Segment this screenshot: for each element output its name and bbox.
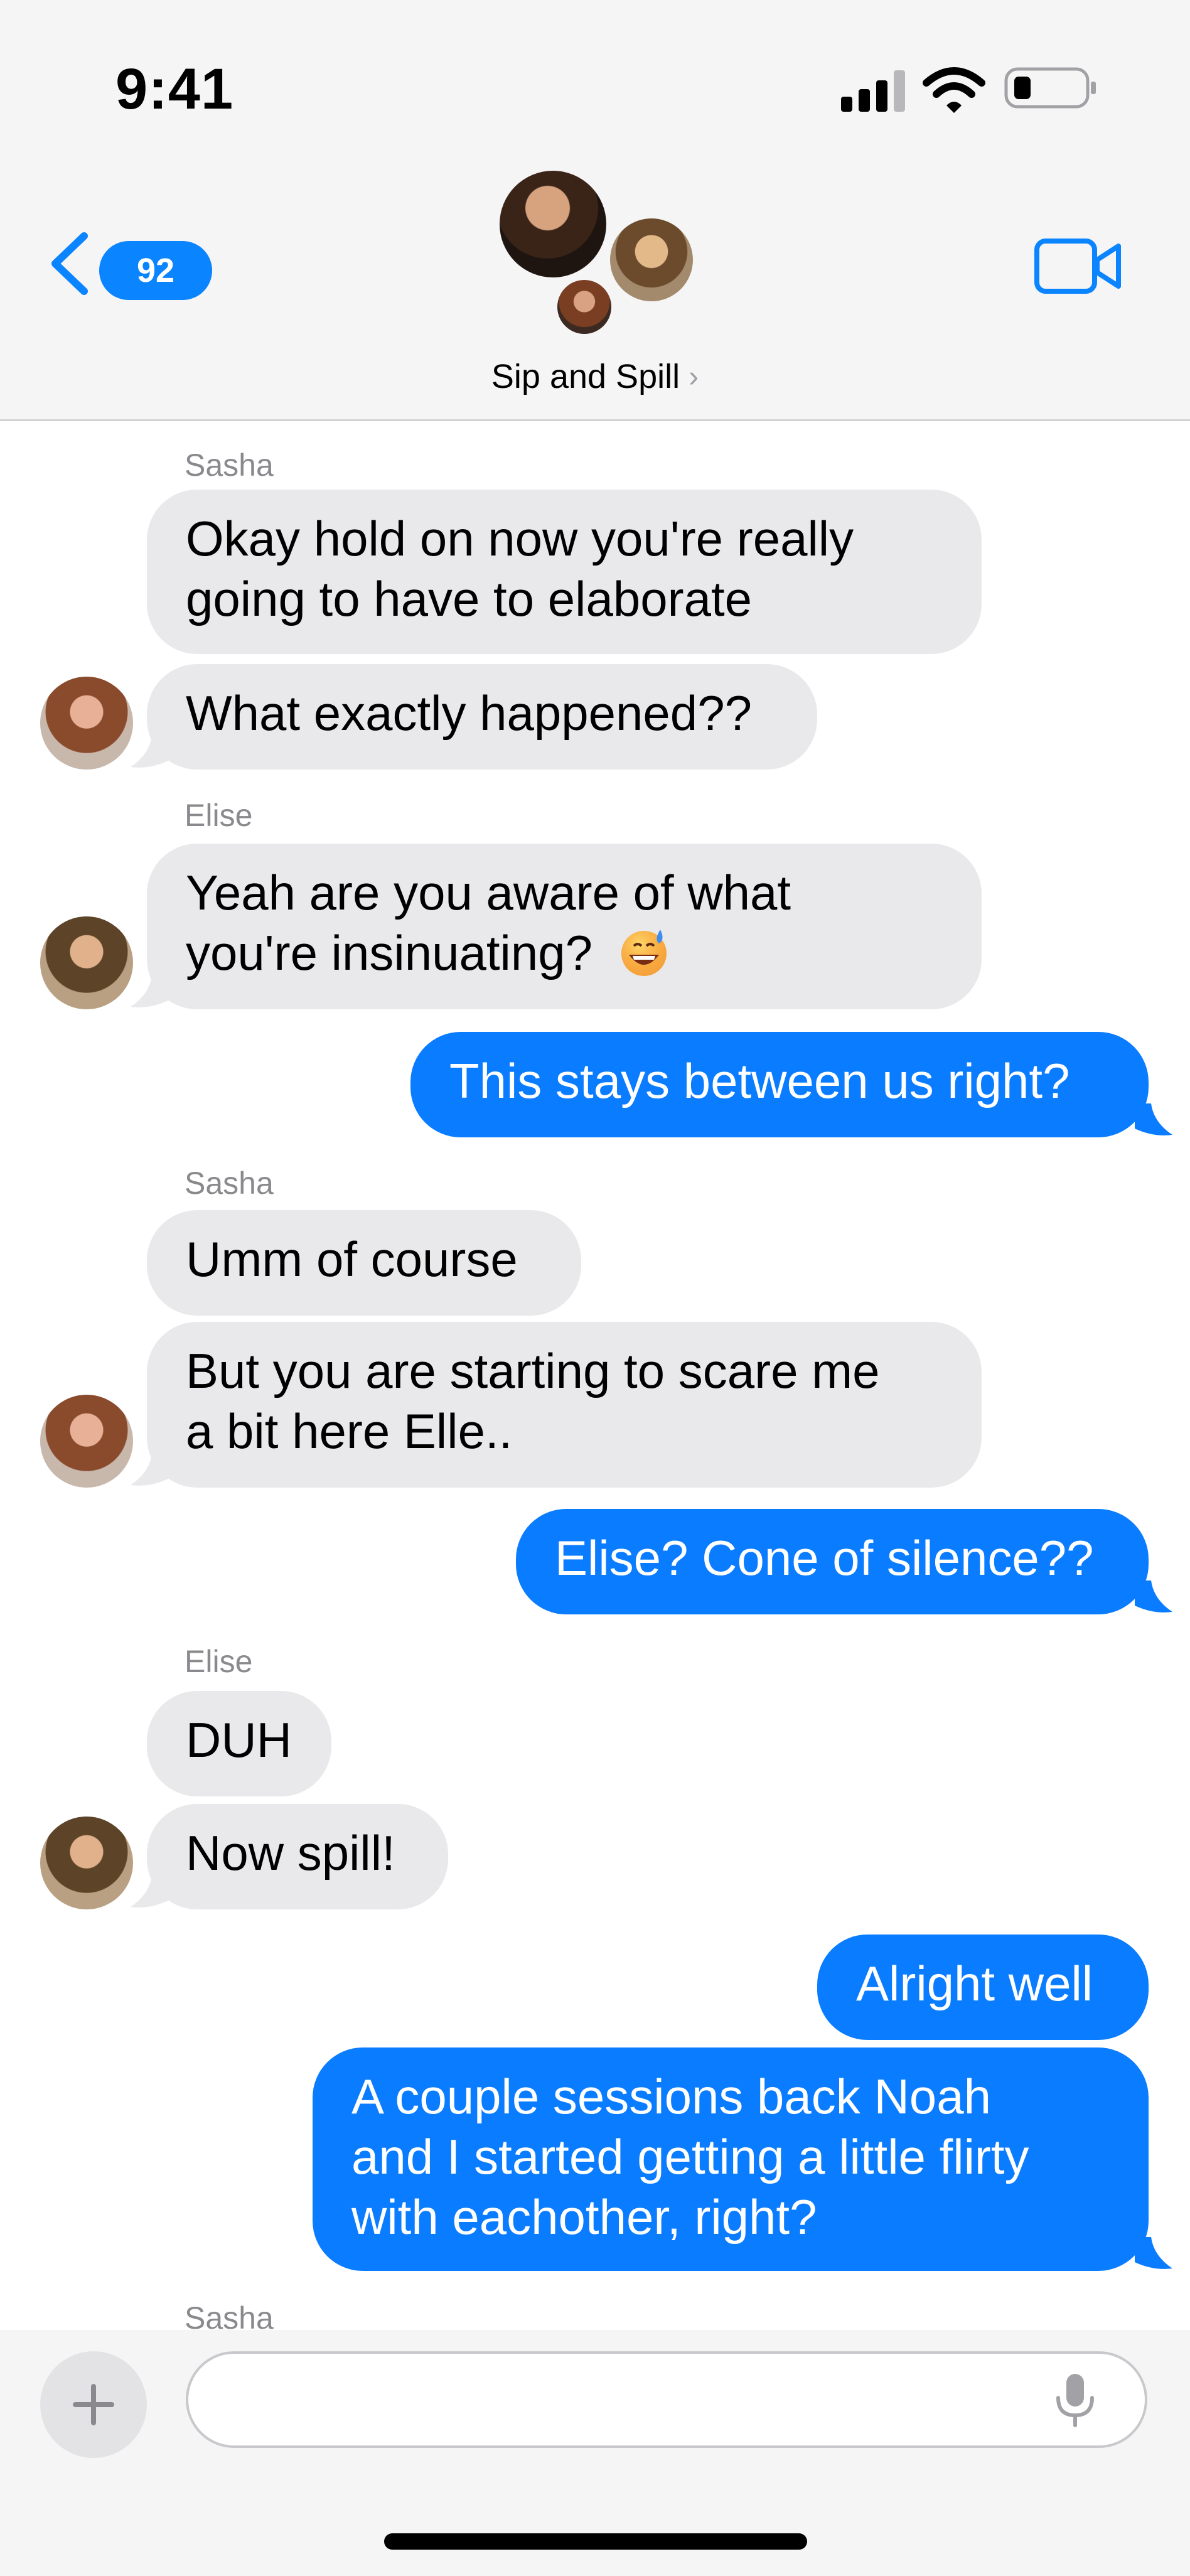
sender-avatar[interactable] — [40, 916, 133, 1009]
bubble-tail — [1135, 1580, 1172, 1613]
message-bubble-incoming[interactable]: Umm of course — [147, 1210, 581, 1316]
sender-name: Elise — [185, 1644, 253, 1679]
message-bubble-incoming[interactable]: What exactly happened?? — [147, 664, 817, 770]
message-bubble-outgoing[interactable]: This stays between us right? — [410, 1032, 1149, 1137]
message-bubble-outgoing[interactable]: Alright well — [817, 1935, 1149, 2040]
message-bubble-incoming[interactable]: Yeah are you aware of what you're insinu… — [147, 844, 982, 1009]
group-name: Sip and Spill — [491, 358, 680, 395]
conversation-header: 9:41 92 Sip and Spill › — [0, 0, 1190, 421]
bubble-tail — [1135, 1103, 1172, 1135]
wifi-icon — [923, 67, 985, 113]
microphone-icon[interactable] — [1054, 2373, 1096, 2429]
home-indicator — [384, 2533, 807, 2550]
group-avatar[interactable] — [606, 215, 697, 305]
sender-name: Sasha — [185, 448, 274, 483]
bubble-tail — [1135, 2237, 1172, 2269]
group-avatar[interactable] — [554, 276, 615, 338]
sender-avatar[interactable] — [40, 1395, 133, 1488]
chevron-right-icon: › — [689, 360, 699, 394]
message-input[interactable] — [186, 2351, 1147, 2448]
plus-button[interactable] — [40, 2351, 147, 2458]
message-bubble-incoming[interactable]: But you are starting to scare me a bit h… — [147, 1322, 982, 1488]
message-bubble-outgoing[interactable]: Elise? Cone of silence?? — [516, 1509, 1149, 1614]
battery-icon — [1004, 67, 1096, 109]
plus-icon — [73, 2384, 114, 2425]
grinning-sweat-emoji — [621, 930, 667, 976]
bubble-tail — [131, 975, 168, 1007]
back-chevron-icon — [51, 232, 88, 295]
bubble-tail — [131, 1876, 168, 1908]
group-name-button[interactable]: Sip and Spill › — [469, 352, 721, 402]
message-text: Yeah are you aware of what you're insinu… — [186, 865, 791, 980]
message-bubble-incoming[interactable]: Okay hold on now you're really going to … — [147, 490, 982, 654]
signal-icon — [841, 70, 905, 112]
sender-name: Elise — [185, 798, 253, 833]
sender-avatar[interactable] — [40, 1817, 133, 1909]
bubble-tail — [131, 736, 168, 768]
back-button[interactable]: 92 — [46, 226, 212, 301]
unread-count-badge: 92 — [99, 241, 212, 300]
message-bubble-incoming[interactable]: Now spill! — [147, 1804, 448, 1909]
message-bubble-incoming[interactable]: DUH — [147, 1691, 331, 1796]
group-avatar[interactable] — [500, 171, 606, 277]
sender-name: Sasha — [185, 1166, 274, 1201]
status-time: 9:41 — [115, 57, 234, 121]
bubble-tail — [131, 1454, 168, 1486]
message-bubble-outgoing[interactable]: A couple sessions back Noah and I starte… — [313, 2047, 1149, 2271]
sender-avatar[interactable] — [40, 677, 133, 770]
video-call-icon[interactable] — [1034, 237, 1122, 295]
